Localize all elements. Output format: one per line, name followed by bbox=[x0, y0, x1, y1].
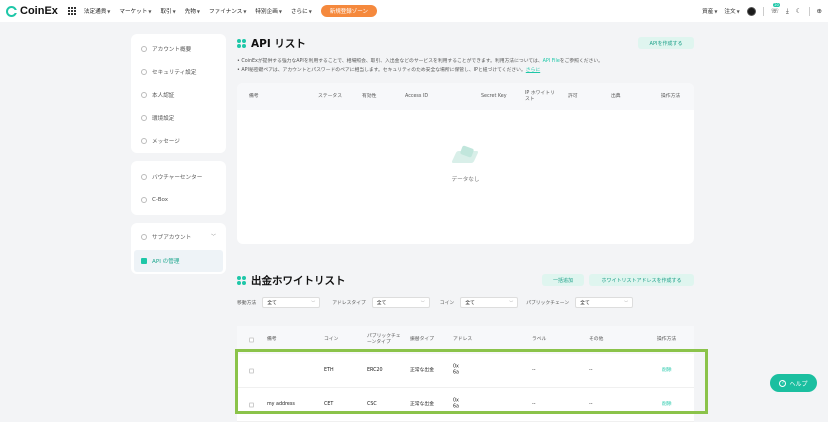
dark-mode-moon-icon[interactable]: ☾ bbox=[796, 7, 802, 15]
transfer-method-select[interactable]: 全て ﹀ bbox=[262, 297, 321, 308]
gear-icon bbox=[141, 114, 147, 121]
chevron-down-icon: ﹀ bbox=[210, 234, 216, 240]
menu-trade[interactable]: 取引 ▼ bbox=[160, 7, 176, 16]
top-nav: CoinEx 法定通貨 ▼ マーケット ▼ 取引 ▼ 先物 ▼ ファイナンス ▼ 特別企画… bbox=[0, 0, 828, 22]
menu-fiat[interactable]: 法定通貨 ▼ bbox=[84, 7, 111, 16]
chevron-down-icon: ﹀ bbox=[624, 299, 629, 305]
api-table-header: 備考 ステータス 有効性 Access ID Secret Key IP ホワイ… bbox=[237, 83, 694, 110]
api-list-icon bbox=[237, 39, 246, 48]
chevron-down-icon: ﹀ bbox=[420, 299, 425, 305]
chevron-down-icon: ▼ bbox=[107, 8, 111, 14]
whitelist-title: 出金ホワイトリスト bbox=[237, 273, 346, 288]
question-icon: ? bbox=[779, 379, 787, 387]
menu-finance[interactable]: ファイナンス ▼ bbox=[209, 7, 247, 16]
nav-right: 資産 ▼ 注文 ▼ ☏ 20 ⤓ ☾ ⊕ bbox=[702, 3, 822, 16]
menu-market[interactable]: マーケット ▼ bbox=[119, 7, 152, 16]
voucher-icon bbox=[141, 173, 147, 180]
nav-divider bbox=[808, 6, 810, 16]
chevron-down-icon: ▼ bbox=[278, 8, 282, 14]
id-card-icon bbox=[141, 91, 147, 98]
whitelist-table-header: 備考 コイン パブリックチェーンタイプ 振替タイプ アドレス ラベル その他 操… bbox=[237, 326, 694, 354]
notification-bell-icon[interactable]: ☏ 20 bbox=[771, 3, 781, 15]
gift-box-icon bbox=[141, 196, 147, 203]
menu-more[interactable]: さらに ▼ bbox=[291, 7, 312, 16]
message-icon bbox=[141, 137, 147, 144]
menu-special[interactable]: 特別企画 ▼ bbox=[255, 7, 282, 16]
api-icon bbox=[141, 258, 147, 264]
user-avatar[interactable] bbox=[746, 6, 756, 16]
coin-select[interactable]: 全て ﹀ bbox=[460, 297, 519, 308]
sidebar-item-cbox[interactable]: C-Box bbox=[131, 188, 226, 211]
chevron-down-icon: ▼ bbox=[148, 8, 152, 14]
shield-icon bbox=[141, 68, 147, 75]
whitelist-filters: 移動方法 全て ﹀ アドレスタイプ 全て ﹀ コイン 全て ﹀ パブリックチェーン 全… bbox=[237, 297, 634, 308]
chevron-down-icon: ﹀ bbox=[311, 299, 316, 305]
api-description-1: • CoinExが提供する強力なAPIを利用することで、相場照会、取引、入出金な… bbox=[237, 59, 603, 64]
sidebar-item-account-overview[interactable]: アカウント概要 bbox=[131, 37, 226, 60]
brand-name: CoinEx bbox=[20, 5, 58, 17]
create-whitelist-address-button[interactable]: ホワイトリストアドレスを作成する bbox=[589, 274, 694, 286]
help-button[interactable]: ? ヘルプ bbox=[770, 374, 817, 392]
coinex-logo[interactable]: CoinEx bbox=[6, 5, 58, 17]
empty-text: データなし bbox=[451, 177, 480, 183]
chevron-down-icon: ▼ bbox=[243, 8, 247, 14]
chain-select[interactable]: 全て ﹀ bbox=[575, 297, 634, 308]
delete-button[interactable]: 削除 bbox=[662, 367, 672, 374]
menu-assets[interactable]: 資産 ▼ bbox=[702, 7, 718, 16]
sidebar-account-group: アカウント概要 セキュリティ設定 本人認証 環境設定 メッセージ bbox=[131, 34, 226, 153]
row-checkbox[interactable] bbox=[249, 368, 254, 373]
chevron-down-icon: ▼ bbox=[172, 8, 176, 14]
signup-promo-button[interactable]: 新規登録ゾーン bbox=[320, 5, 377, 17]
empty-box-icon bbox=[450, 145, 481, 167]
chevron-down-icon: ﹀ bbox=[509, 299, 514, 305]
chevron-down-icon: ▼ bbox=[736, 8, 740, 14]
chevron-down-icon: ▼ bbox=[308, 8, 312, 14]
apps-grid-icon[interactable] bbox=[67, 7, 76, 15]
api-table: 備考 ステータス 有効性 Access ID Secret Key IP ホワイ… bbox=[237, 83, 694, 244]
globe-icon[interactable]: ⊕ bbox=[817, 7, 822, 15]
whitelist-icon bbox=[237, 276, 246, 285]
notification-badge: 20 bbox=[772, 3, 781, 7]
create-api-button[interactable]: APIを作成する bbox=[638, 37, 694, 49]
menu-orders[interactable]: 注文 ▼ bbox=[724, 7, 740, 16]
whitelist-table: 備考 コイン パブリックチェーンタイプ 振替タイプ アドレス ラベル その他 操… bbox=[237, 326, 694, 422]
menu-futures[interactable]: 先物 ▼ bbox=[185, 7, 200, 16]
sidebar-item-api-management[interactable]: API の管理 bbox=[134, 250, 223, 272]
nav-divider bbox=[762, 6, 764, 16]
sidebar-item-messages[interactable]: メッセージ bbox=[131, 129, 226, 152]
api-file-link[interactable]: API File bbox=[543, 59, 560, 64]
sidebar-item-voucher-center[interactable]: バウチャーセンター bbox=[131, 165, 226, 188]
main-menu: 法定通貨 ▼ マーケット ▼ 取引 ▼ 先物 ▼ ファイナンス ▼ 特別企画 ▼ さらに ▼ … bbox=[84, 5, 377, 17]
more-info-link[interactable]: さらに bbox=[526, 68, 540, 73]
download-icon[interactable]: ⤓ bbox=[786, 7, 789, 16]
coinex-logo-icon bbox=[6, 5, 17, 17]
table-row: my address CET CSC 正常な出金 0x 6a -- -- 削除 bbox=[237, 388, 694, 422]
delete-button[interactable]: 削除 bbox=[662, 401, 672, 408]
sidebar-rewards-group: バウチャーセンター C-Box bbox=[131, 161, 226, 215]
address-type-select[interactable]: 全て ﹀ bbox=[371, 297, 430, 308]
sidebar-item-kyc[interactable]: 本人認証 bbox=[131, 83, 226, 106]
table-row: ETH ERC20 正常な出金 0x 6a -- -- 削除 bbox=[237, 354, 694, 388]
sidebar-api-group: サブアカウント ﹀ API の管理 bbox=[131, 223, 226, 274]
sidebar-item-preferences[interactable]: 環境設定 bbox=[131, 106, 226, 129]
api-list-title: API リスト bbox=[237, 36, 306, 51]
empty-state: データなし bbox=[237, 145, 694, 183]
user-icon bbox=[141, 45, 147, 52]
chevron-down-icon: ▼ bbox=[196, 8, 200, 14]
row-checkbox[interactable] bbox=[249, 402, 254, 407]
api-description-2: • API秘密鍵ペアは、アカウントとパスワードのペアに相当します。セキュリティの… bbox=[237, 68, 541, 73]
bulk-add-button[interactable]: 一括追加 bbox=[542, 274, 584, 286]
select-all-checkbox[interactable] bbox=[249, 337, 254, 343]
sidebar-item-subaccount[interactable]: サブアカウント ﹀ bbox=[131, 225, 226, 248]
chevron-down-icon: ▼ bbox=[714, 8, 718, 14]
subaccount-icon bbox=[141, 233, 147, 240]
sidebar-item-security[interactable]: セキュリティ設定 bbox=[131, 60, 226, 83]
